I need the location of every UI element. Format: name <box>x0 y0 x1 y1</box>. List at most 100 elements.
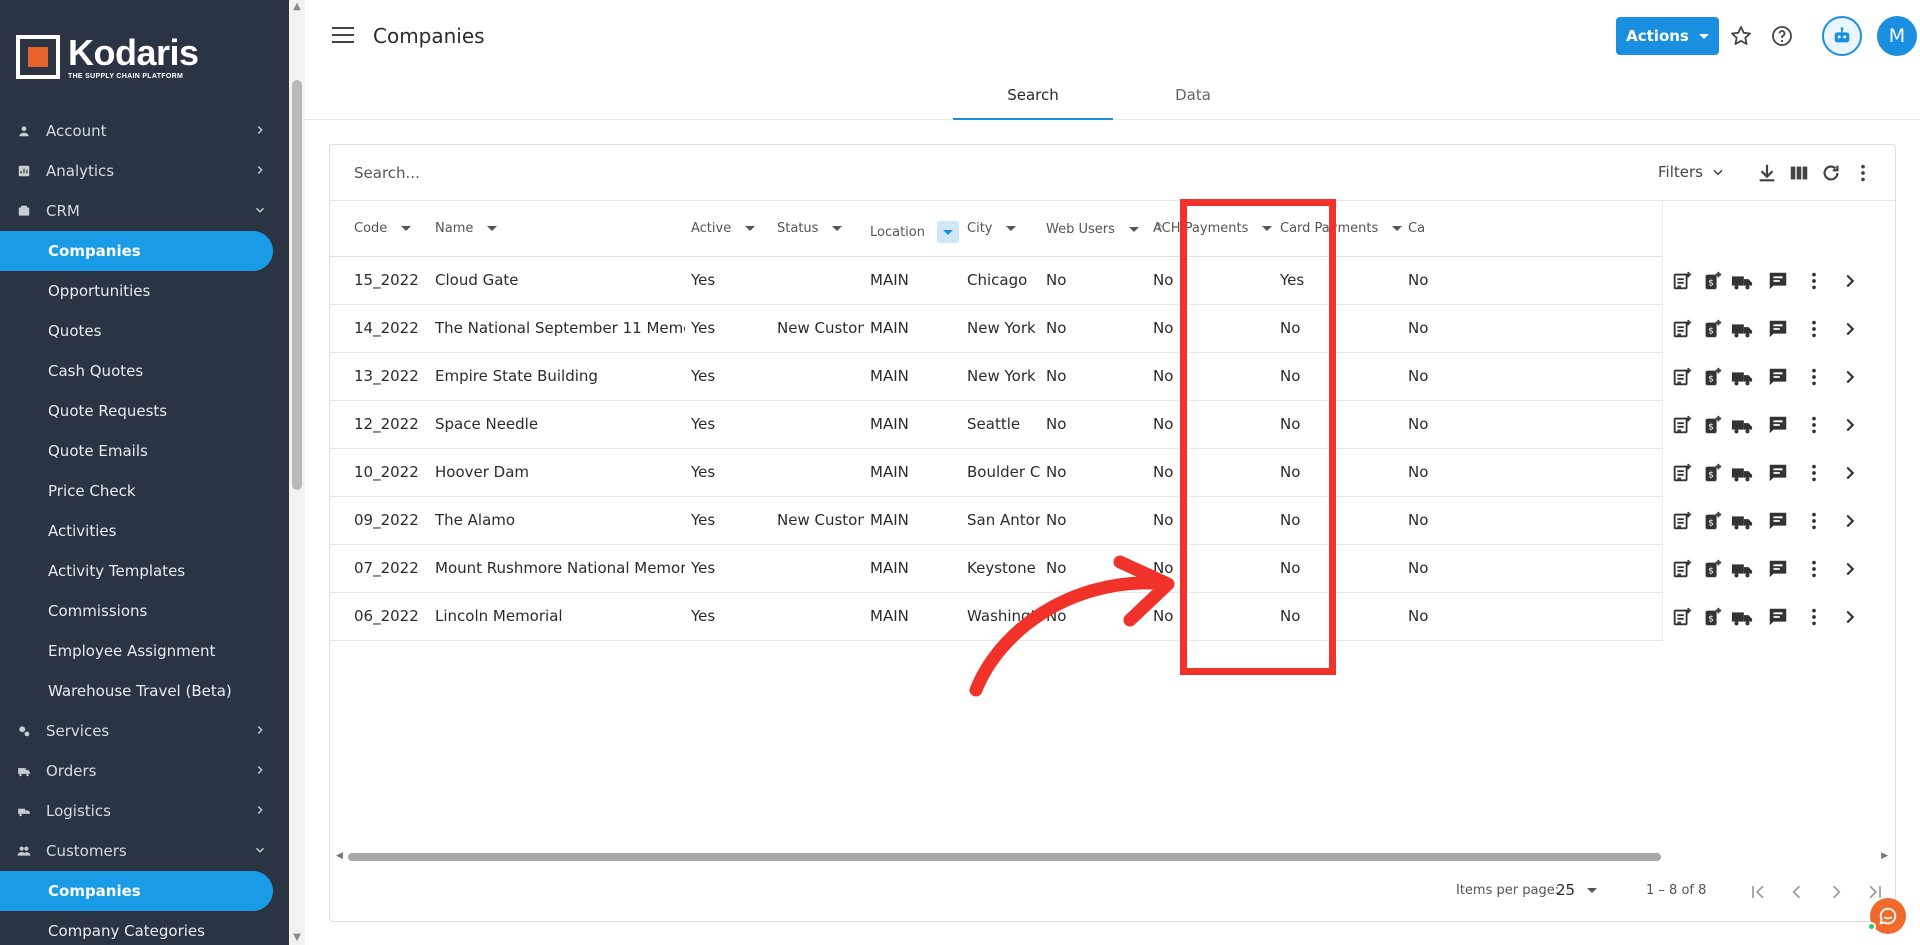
previous-page-icon[interactable] <box>1787 882 1807 902</box>
horizontal-scroll-thumb[interactable] <box>348 853 1661 861</box>
sort-menu-icon[interactable] <box>832 226 843 231</box>
filters-dropdown[interactable]: Filters <box>1658 163 1725 181</box>
shipping-truck-icon[interactable] <box>1731 270 1753 292</box>
sidebar-item-activity-templates[interactable]: Activity Templates <box>0 551 289 591</box>
chevron-right-icon[interactable] <box>1839 558 1861 580</box>
refresh-icon[interactable] <box>1820 162 1842 184</box>
add-payment-icon[interactable]: $ <box>1701 558 1723 580</box>
sort-menu-icon[interactable] <box>1006 226 1017 231</box>
comment-icon[interactable] <box>1767 270 1789 292</box>
column-header-status[interactable]: Status <box>777 221 843 236</box>
tab-data[interactable]: Data <box>1113 74 1273 120</box>
add-payment-icon[interactable]: $ <box>1701 366 1723 388</box>
more-vert-icon[interactable] <box>1803 366 1825 388</box>
shipping-truck-icon[interactable] <box>1731 558 1753 580</box>
sidebar-group-crm[interactable]: CRM <box>0 191 289 231</box>
add-note-icon[interactable] <box>1671 606 1693 628</box>
add-payment-icon[interactable]: $ <box>1701 270 1723 292</box>
column-header-city[interactable]: City <box>967 221 1017 236</box>
sidebar-item-commissions[interactable]: Commissions <box>0 591 289 631</box>
sidebar-item-quote-emails[interactable]: Quote Emails <box>0 431 289 471</box>
sidebar-item-companies[interactable]: Companies <box>0 871 273 911</box>
table-row[interactable]: 15_2022 Cloud Gate Yes MAIN Chicago No No Yes No… <box>330 257 1895 305</box>
sort-menu-icon[interactable] <box>401 226 412 231</box>
column-header-web-users[interactable]: Web Users <box>1046 221 1165 237</box>
more-vert-icon[interactable] <box>1803 414 1825 436</box>
shipping-truck-icon[interactable] <box>1731 606 1753 628</box>
sort-menu-icon[interactable] <box>745 226 756 231</box>
add-note-icon[interactable] <box>1671 558 1693 580</box>
add-note-icon[interactable] <box>1671 462 1693 484</box>
shipping-truck-icon[interactable] <box>1731 510 1753 532</box>
actions-button[interactable]: Actions <box>1616 17 1719 55</box>
column-header-location[interactable]: Location <box>870 221 959 243</box>
star-icon[interactable] <box>1729 24 1753 48</box>
chevron-right-icon[interactable] <box>1839 270 1861 292</box>
shipping-truck-icon[interactable] <box>1731 366 1753 388</box>
add-payment-icon[interactable]: $ <box>1701 606 1723 628</box>
location-filter-icon[interactable] <box>936 221 959 243</box>
add-note-icon[interactable] <box>1671 270 1693 292</box>
kodaris-logo[interactable]: Kodaris THE SUPPLY CHAIN PLATFORM <box>16 32 199 82</box>
sidebar-item-company-categories[interactable]: Company Categories <box>0 911 289 945</box>
add-note-icon[interactable] <box>1671 318 1693 340</box>
add-payment-icon[interactable]: $ <box>1701 462 1723 484</box>
sidebar-group-orders[interactable]: Orders <box>0 751 289 791</box>
shipping-truck-icon[interactable] <box>1731 318 1753 340</box>
scroll-down-icon[interactable]: ▼ <box>292 933 302 943</box>
sidebar-group-account[interactable]: Account <box>0 111 289 151</box>
sidebar-scroll-thumb[interactable] <box>292 80 302 490</box>
chevron-right-icon[interactable] <box>1839 318 1861 340</box>
sort-menu-icon[interactable] <box>1128 226 1139 232</box>
shipping-truck-icon[interactable] <box>1731 414 1753 436</box>
sort-menu-icon[interactable] <box>1262 226 1273 231</box>
add-note-icon[interactable] <box>1671 414 1693 436</box>
sidebar-group-customers[interactable]: Customers <box>0 831 289 871</box>
more-vert-icon[interactable] <box>1852 162 1874 184</box>
menu-icon[interactable] <box>332 27 354 45</box>
more-vert-icon[interactable] <box>1803 462 1825 484</box>
scroll-left-icon[interactable]: ◀ <box>336 851 343 861</box>
sidebar-group-analytics[interactable]: Analytics <box>0 151 289 191</box>
sort-menu-icon[interactable] <box>487 226 498 231</box>
more-vert-icon[interactable] <box>1803 510 1825 532</box>
add-payment-icon[interactable]: $ <box>1701 414 1723 436</box>
table-row[interactable]: 07_2022 Mount Rushmore National Memorial Y… <box>330 545 1895 593</box>
sidebar-item-opportunities[interactable]: Opportunities <box>0 271 289 311</box>
chevron-right-icon[interactable] <box>1839 366 1861 388</box>
more-vert-icon[interactable] <box>1803 606 1825 628</box>
column-header-active[interactable]: Active <box>691 221 756 236</box>
table-row[interactable]: 06_2022 Lincoln Memorial Yes MAIN Washington… <box>330 593 1895 641</box>
sidebar-item-employee-assignment[interactable]: Employee Assignment <box>0 631 289 671</box>
comment-icon[interactable] <box>1767 558 1789 580</box>
table-row[interactable]: 14_2022 The National September 11 Memoria… <box>330 305 1895 353</box>
scroll-up-icon[interactable]: ▲ <box>292 2 302 12</box>
search-input[interactable] <box>354 161 1154 185</box>
add-note-icon[interactable] <box>1671 510 1693 532</box>
sidebar-group-logistics[interactable]: Logistics <box>0 791 289 831</box>
user-avatar[interactable]: M <box>1877 16 1917 56</box>
comment-icon[interactable] <box>1767 318 1789 340</box>
comment-icon[interactable] <box>1767 462 1789 484</box>
sidebar-item-quotes[interactable]: Quotes <box>0 311 289 351</box>
comment-icon[interactable] <box>1767 606 1789 628</box>
chevron-right-icon[interactable] <box>1839 606 1861 628</box>
columns-icon[interactable] <box>1788 162 1810 184</box>
sort-menu-icon[interactable] <box>1392 226 1403 231</box>
comment-icon[interactable] <box>1767 510 1789 532</box>
assistant-bot-button[interactable] <box>1822 16 1862 56</box>
sidebar-item-activities[interactable]: Activities <box>0 511 289 551</box>
sidebar-item-quote-requests[interactable]: Quote Requests <box>0 391 289 431</box>
sidebar-item-price-check[interactable]: Price Check <box>0 471 289 511</box>
add-payment-icon[interactable]: $ <box>1701 510 1723 532</box>
column-header-code[interactable]: Code <box>354 221 412 236</box>
comment-icon[interactable] <box>1767 414 1789 436</box>
comment-icon[interactable] <box>1767 366 1789 388</box>
more-vert-icon[interactable] <box>1803 558 1825 580</box>
sidebar-item-cash-quotes[interactable]: Cash Quotes <box>0 351 289 391</box>
table-row[interactable]: 12_2022 Space Needle Yes MAIN Seattle No No No N… <box>330 401 1895 449</box>
column-header-name[interactable]: Name <box>435 221 498 236</box>
column-header-ca[interactable]: Ca <box>1408 221 1425 236</box>
download-icon[interactable] <box>1756 162 1778 184</box>
first-page-icon[interactable] <box>1748 882 1768 902</box>
